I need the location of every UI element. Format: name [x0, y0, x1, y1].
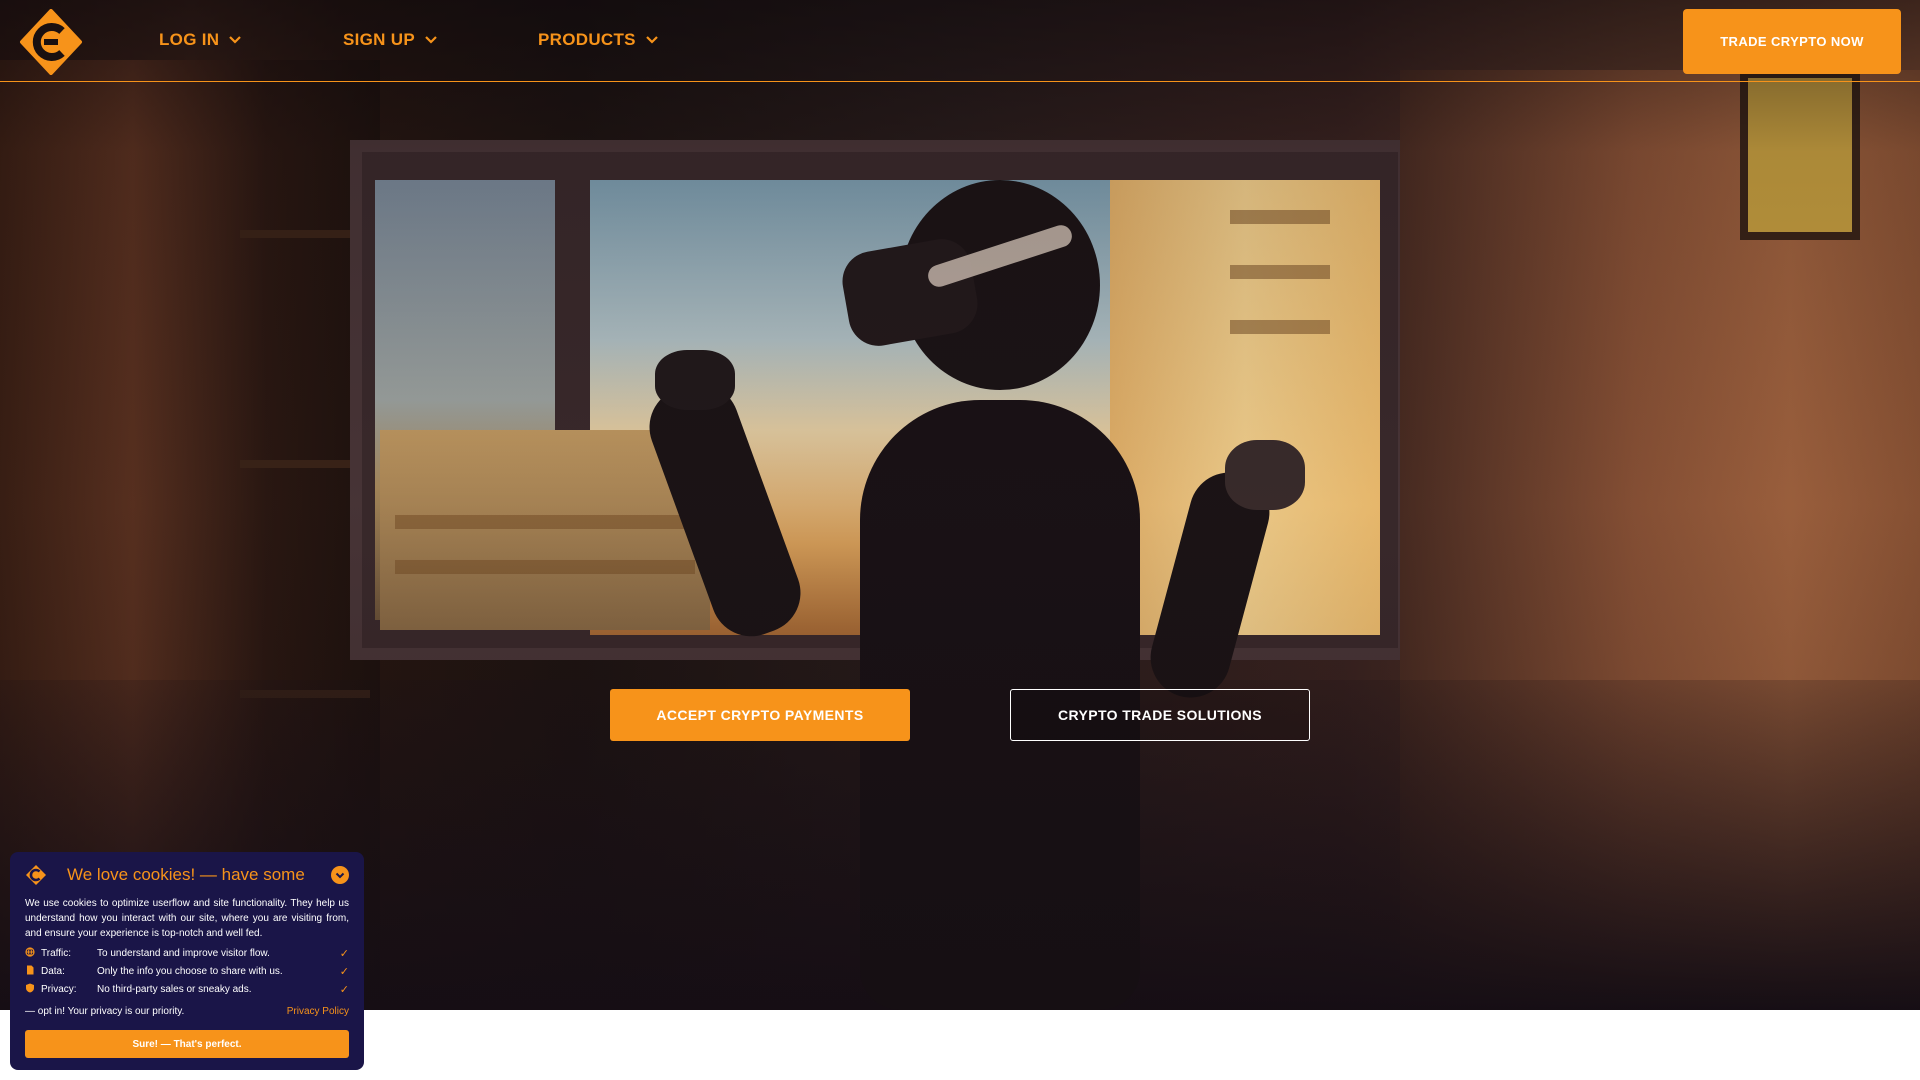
c-hexagon-logo-icon	[26, 865, 46, 885]
nav-sign-up[interactable]: SIGN UP	[343, 30, 439, 50]
cookie-row-data: Data: Only the info you choose to share …	[25, 962, 349, 980]
globe-icon	[25, 946, 41, 960]
site-header: LOG IN SIGN UP PRODUCTS TRADE CRYPTO NOW	[0, 0, 1920, 82]
cookie-footer-text: — opt in! Your privacy is our priority.	[25, 1005, 185, 1017]
nav-log-in[interactable]: LOG IN	[159, 30, 243, 50]
check-icon: ✓	[339, 965, 349, 978]
check-icon: ✓	[339, 983, 349, 996]
cookie-row-key: Privacy:	[41, 983, 77, 995]
chevron-down-icon	[425, 36, 437, 44]
cookie-consent-panel: We love cookies! — have some We use cook…	[10, 852, 364, 1070]
cookie-row-value: To understand and improve visitor flow.	[97, 947, 270, 959]
cookie-title: We love cookies! — have some	[67, 865, 305, 884]
accept-cookies-button[interactable]: Sure! — That's perfect.	[25, 1030, 349, 1058]
nav-products-label: PRODUCTS	[538, 30, 636, 49]
cookie-row-privacy: Privacy: No third-party sales or sneaky …	[25, 980, 349, 998]
check-icon: ✓	[339, 947, 349, 960]
nav-sign-up-label: SIGN UP	[343, 30, 416, 49]
trade-crypto-now-button[interactable]: TRADE CRYPTO NOW	[1683, 9, 1901, 74]
cookie-row-value: Only the info you choose to share with u…	[97, 965, 283, 977]
shield-icon	[25, 983, 41, 996]
cookie-description: We use cookies to optimize userflow and …	[25, 898, 349, 939]
cookie-row-key: Data:	[41, 965, 65, 977]
file-icon	[25, 965, 41, 978]
chevron-down-icon	[335, 872, 345, 879]
cookie-row-traffic: Traffic: To understand and improve visit…	[25, 944, 349, 962]
crypto-trade-solutions-button[interactable]: CRYPTO TRADE SOLUTIONS	[1010, 689, 1310, 741]
chevron-down-icon	[229, 36, 242, 44]
accept-crypto-payments-button[interactable]: ACCEPT CRYPTO PAYMENTS	[610, 689, 910, 741]
chevron-down-icon	[646, 36, 658, 44]
nav-products[interactable]: PRODUCTS	[538, 30, 660, 50]
cookie-title-row: We love cookies! — have some	[25, 862, 349, 888]
c-hexagon-logo-icon[interactable]	[18, 9, 84, 75]
privacy-policy-link[interactable]: Privacy Policy	[287, 1006, 349, 1017]
collapse-cookie-button[interactable]	[331, 866, 349, 884]
cookie-footer: — opt in! Your privacy is our priority. …	[25, 1004, 349, 1018]
cookie-row-key: Traffic:	[41, 947, 72, 959]
cookie-row-value: No third-party sales or sneaky ads.	[97, 983, 252, 995]
nav-log-in-label: LOG IN	[159, 30, 220, 49]
